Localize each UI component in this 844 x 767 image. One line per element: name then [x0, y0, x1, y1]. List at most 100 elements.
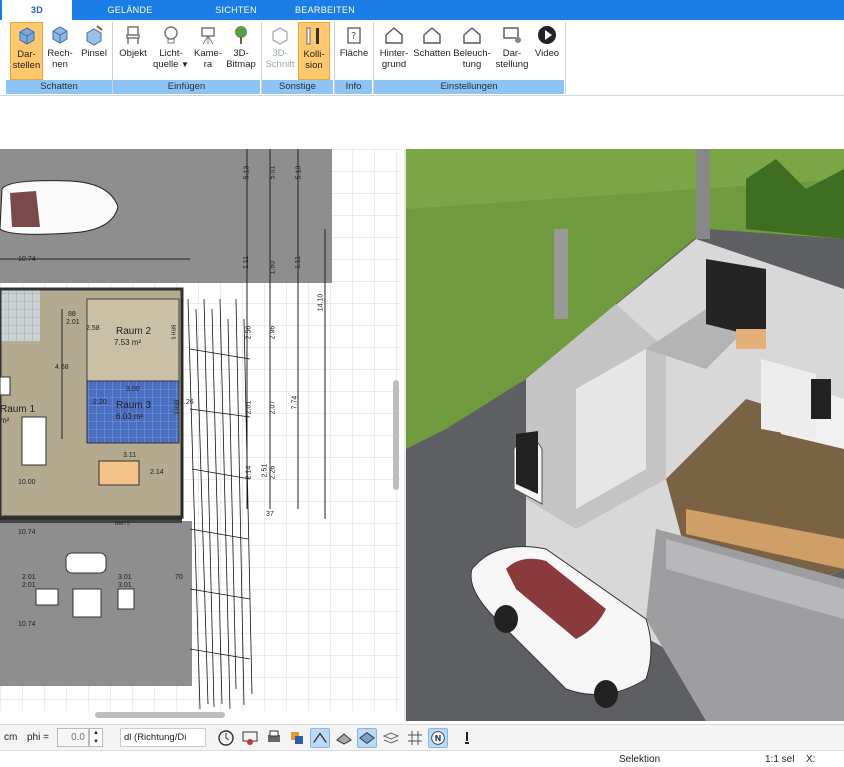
- chevron-down-icon[interactable]: ▼: [93, 739, 99, 745]
- svg-text:?: ?: [351, 31, 356, 42]
- tab-3d[interactable]: 3D: [2, 0, 72, 20]
- lightbulb-icon: [164, 26, 178, 44]
- phi-stepper[interactable]: ▲ ▼: [89, 728, 103, 747]
- group-label-info: Info: [335, 80, 372, 94]
- dim-label: 3.00: [126, 386, 140, 393]
- status-mode: Selektion: [619, 754, 661, 765]
- dim-label: 2.56: [245, 325, 253, 340]
- unit-label: cm: [4, 732, 18, 743]
- dim-label: 2.14: [150, 469, 164, 476]
- room-2-label: Raum 2: [116, 326, 151, 337]
- vertical-scrollbar[interactable]: [393, 380, 399, 490]
- dim-label: 88: [68, 311, 76, 318]
- schnitt-3d-button[interactable]: 3D- Schnitt: [264, 22, 296, 80]
- room-1-area: m²: [0, 416, 10, 425]
- dim-label: 2.01: [66, 319, 80, 326]
- hatch-icon[interactable]: [334, 728, 354, 748]
- layers-icon[interactable]: [381, 728, 401, 748]
- flaeche-button[interactable]: ? Fläche: [337, 22, 371, 80]
- objekt-button[interactable]: Objekt: [116, 22, 150, 80]
- lichtquelle-line1: Licht-: [159, 48, 183, 59]
- schatten-einst-button[interactable]: Schatten: [412, 22, 452, 80]
- dim-label: 4.68: [55, 364, 69, 371]
- tab-bearbeiten[interactable]: BEARBEITEN: [284, 0, 366, 20]
- dim-label: 10.74: [18, 621, 36, 628]
- area-question-icon: ?: [347, 27, 361, 44]
- rechnen-line1: Rech-: [47, 48, 73, 59]
- dim-label: 2.01: [245, 400, 253, 415]
- dim-label: 2.58: [86, 325, 100, 332]
- screen-capture-icon[interactable]: [240, 728, 260, 748]
- status-coordinates: X:: [806, 754, 816, 765]
- grid-icon[interactable]: [405, 728, 425, 748]
- dim-label: 10.00: [18, 479, 36, 486]
- room-2-name: Raum 2: [116, 326, 152, 337]
- room-3-name: Raum 3: [116, 400, 152, 411]
- video-line1: Video: [534, 48, 560, 59]
- dim-label: 2.14: [245, 465, 253, 480]
- house-background-icon: [385, 27, 403, 44]
- kamera-line1: Kame-: [194, 48, 222, 59]
- dim-label: 2.51: [261, 463, 269, 478]
- cube-shade-icon: [19, 27, 34, 45]
- plane-icon[interactable]: [357, 728, 377, 748]
- room-2-area: 7.53 m²: [114, 338, 142, 347]
- darstellen-button[interactable]: Dar- stellen: [10, 22, 43, 80]
- 3d-view[interactable]: [406, 149, 844, 721]
- svg-text:N: N: [435, 733, 442, 743]
- monitor-settings-icon: [503, 27, 521, 43]
- beleuchtung-button[interactable]: Beleuch- tung: [452, 22, 492, 80]
- phi-input[interactable]: [57, 728, 89, 747]
- horizontal-scrollbar[interactable]: [95, 712, 225, 718]
- play-icon: [538, 26, 556, 44]
- north-icon[interactable]: N: [428, 728, 448, 748]
- rechnen-button[interactable]: Rech- nen: [44, 22, 76, 80]
- camera-icon: [201, 27, 215, 45]
- direction-dropdown[interactable]: dl (Richtung/Di: [120, 728, 206, 747]
- tab-gelaende[interactable]: GELÄNDE: [92, 0, 168, 20]
- pinsel-button[interactable]: Pinsel: [78, 22, 110, 80]
- measure-icon[interactable]: [310, 728, 330, 748]
- kollision-button[interactable]: Kolli- sion: [298, 22, 330, 80]
- video-button[interactable]: Video: [532, 22, 562, 80]
- dim-label: 3.01: [118, 574, 132, 581]
- more-options-icon[interactable]: [457, 728, 477, 748]
- kamera-button[interactable]: Kame- ra: [192, 22, 224, 80]
- lichtquelle-line2: quelle: [153, 59, 179, 70]
- dim-label: 10.74: [18, 529, 36, 536]
- phi-label: phi =: [27, 732, 49, 743]
- chevron-down-icon: ▼: [181, 60, 189, 69]
- dim-label: 2.26: [269, 465, 277, 480]
- clock-icon[interactable]: [216, 728, 236, 748]
- tab-bar: 3D GELÄNDE SICHTEN BEARBEITEN: [0, 0, 844, 20]
- hintergrund-line1: Hinter-: [379, 48, 409, 59]
- print-icon[interactable]: [264, 728, 284, 748]
- dim-label: 7.74: [291, 395, 299, 410]
- layers-color-icon[interactable]: [287, 728, 307, 748]
- floor-plan-view[interactable]: Raum 2 7.53 m² Raum 3 6.03 m² Raum 1 m² …: [0, 149, 404, 711]
- collision-icon: [306, 27, 319, 45]
- hintergrund-button[interactable]: Hinter- grund: [376, 22, 412, 80]
- bitmap-3d-button[interactable]: 3D- Bitmap: [224, 22, 258, 80]
- group-label-einstellungen: Einstellungen: [374, 80, 564, 94]
- dim-label: 1.11: [243, 255, 251, 270]
- dim-label: 3.11: [123, 452, 137, 459]
- bitmap-3d-line1: 3D-: [233, 48, 249, 59]
- darstellen-line1: Dar-: [17, 49, 36, 60]
- dim-label: 5.13: [243, 165, 251, 180]
- lichtquelle-button[interactable]: Licht- quelle ▼: [153, 22, 189, 80]
- dim-label: 5.13: [295, 165, 303, 180]
- schnitt-3d-line1: 3D-: [272, 48, 288, 59]
- dim-label: 2.96: [269, 325, 277, 340]
- kamera-line2: ra: [203, 59, 213, 70]
- pinsel-line1: Pinsel: [81, 48, 107, 59]
- darstellung-button[interactable]: Dar- stellung: [494, 22, 530, 80]
- status-scale: 1:1 sel: [765, 754, 795, 765]
- tab-sichten[interactable]: SICHTEN: [196, 0, 276, 20]
- chevron-up-icon[interactable]: ▲: [93, 730, 99, 736]
- house-shadow-icon: [423, 27, 441, 44]
- kollision-line2: sion: [305, 60, 323, 71]
- ribbon: Dar- stellen Rech- nen Pinsel Objekt Lic…: [0, 20, 844, 96]
- dim-label: BRH 5: [115, 521, 130, 527]
- tree-icon: [235, 26, 247, 44]
